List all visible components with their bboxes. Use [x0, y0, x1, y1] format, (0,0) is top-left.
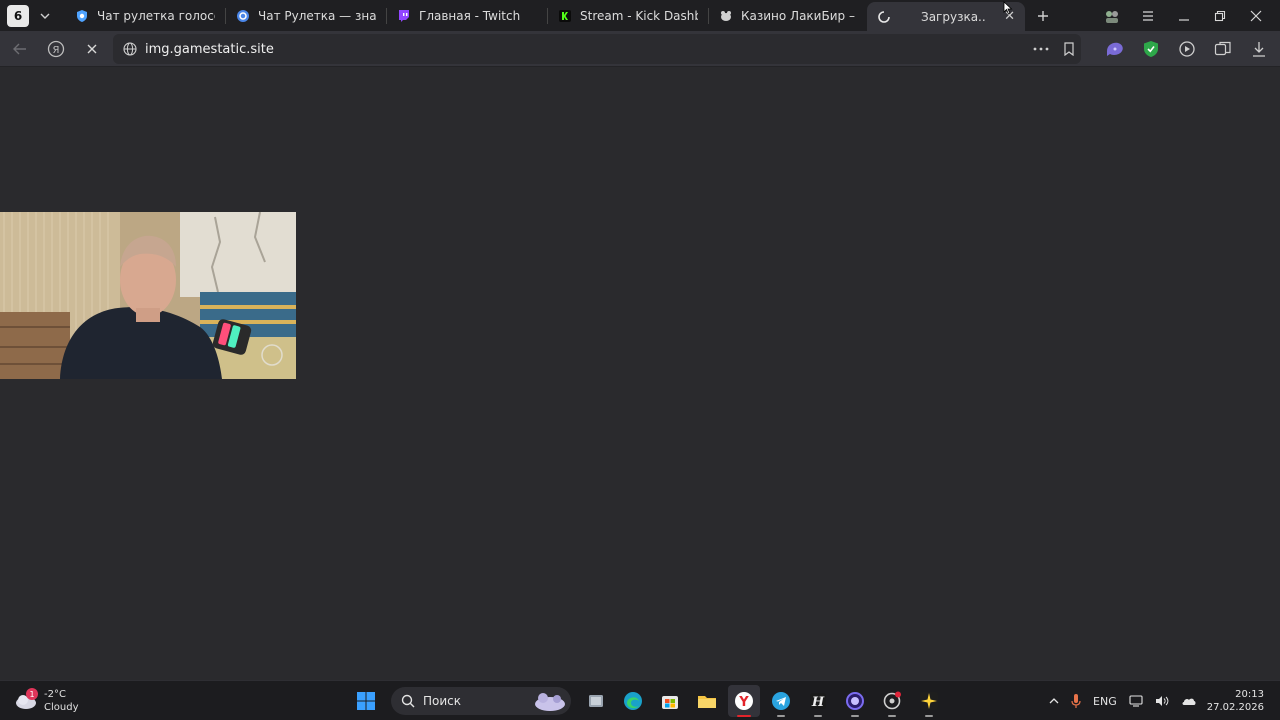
- kick-icon: [558, 9, 572, 23]
- address-bar-actions: [1033, 34, 1075, 64]
- task-view-icon[interactable]: [580, 685, 612, 717]
- windows-taskbar: 1 -2°C Cloudy Поиск Y H ENG 20:13 27.02.…: [0, 680, 1280, 720]
- running-indicator: [851, 715, 859, 717]
- tab-title: Чат рулетка голосовая -: [97, 8, 215, 23]
- svg-text:H: H: [811, 695, 825, 710]
- tab-twitch[interactable]: Главная - Twitch: [387, 2, 547, 30]
- tab-title: Чат Рулетка — знакомст: [258, 8, 376, 23]
- taskbar-search[interactable]: Поиск: [391, 687, 571, 715]
- system-clock[interactable]: 20:13 27.02.2026: [1203, 688, 1280, 714]
- tab-chat-roulette-voice[interactable]: Чат рулетка голосовая -: [65, 2, 225, 30]
- roulette-shield-icon: [75, 9, 89, 23]
- vpn-shield-icon[interactable]: [1138, 40, 1164, 58]
- onedrive-cloud-icon[interactable]: [1175, 681, 1203, 720]
- weather-description: Cloudy: [44, 702, 79, 713]
- tab-count-badge[interactable]: 6: [7, 4, 29, 27]
- yandex-home-icon[interactable]: Я: [38, 34, 74, 64]
- volume-icon[interactable]: [1149, 681, 1175, 720]
- telegram-icon[interactable]: [765, 685, 797, 717]
- window-controls: [1094, 0, 1280, 31]
- casino-icon: [719, 9, 733, 23]
- windows-start-icon[interactable]: [350, 685, 382, 717]
- download-icon[interactable]: [1246, 41, 1272, 57]
- globe-icon: [123, 42, 137, 56]
- streaming-app-icon[interactable]: [876, 685, 908, 717]
- address-bar[interactable]: img.gamestatic.site: [113, 34, 1081, 64]
- yandex-browser-icon[interactable]: Y: [728, 685, 760, 717]
- show-hidden-icons-icon[interactable]: [1043, 681, 1065, 720]
- page-content: [0, 67, 1280, 680]
- edge-browser-icon[interactable]: [617, 685, 649, 717]
- search-icon: [401, 694, 415, 708]
- close-window-icon[interactable]: [1238, 0, 1274, 31]
- running-indicator: [925, 715, 933, 717]
- restore-icon[interactable]: [1202, 0, 1238, 31]
- search-highlight-icon: [531, 689, 569, 713]
- cloud-weather-icon: 1: [14, 688, 38, 710]
- menu-icon[interactable]: [1130, 0, 1166, 31]
- profile-icon[interactable]: [1094, 0, 1130, 31]
- webcam-overlay-image: [0, 212, 296, 379]
- weather-badge: 1: [26, 688, 38, 700]
- bookmark-icon[interactable]: [1063, 42, 1075, 56]
- more-options-icon[interactable]: [1033, 47, 1049, 51]
- twitch-icon: [397, 9, 411, 23]
- running-indicator: [888, 715, 896, 717]
- screen: 6 Чат рулетка голосовая - Чат Рулетка — …: [0, 0, 1280, 720]
- file-explorer-icon[interactable]: [691, 685, 723, 717]
- tab-title: Главная - Twitch: [419, 8, 521, 23]
- url-text: img.gamestatic.site: [145, 41, 274, 57]
- new-tab-button[interactable]: [1031, 4, 1055, 28]
- alice-assistant-icon[interactable]: [1102, 41, 1128, 57]
- extensions-bar: [1102, 34, 1272, 64]
- weather-widget[interactable]: 1 -2°C Cloudy: [14, 685, 78, 717]
- weather-temperature: -2°C: [44, 689, 66, 700]
- search-placeholder: Поиск: [423, 694, 462, 708]
- taskbar-apps: Поиск Y H: [350, 685, 945, 717]
- mouse-cursor-icon: [1003, 0, 1013, 19]
- network-icon[interactable]: [1123, 681, 1149, 720]
- loading-spinner-icon: [877, 10, 891, 24]
- running-indicator: [737, 715, 751, 717]
- obs-ring-icon[interactable]: [839, 685, 871, 717]
- back-arrow-icon[interactable]: [2, 34, 38, 64]
- clock-time: 20:13: [1235, 689, 1264, 700]
- tab-title: Казино ЛакиБир – Вход: [741, 8, 857, 23]
- tab-title: Stream - Kick Dashboard: [580, 8, 698, 23]
- svg-text:Я: Я: [53, 45, 60, 56]
- sparkle-app-icon[interactable]: [913, 685, 945, 717]
- tab-kick-dashboard[interactable]: Stream - Kick Dashboard: [548, 2, 708, 30]
- system-tray: ENG 20:13 27.02.2026: [1043, 681, 1280, 720]
- running-indicator: [777, 715, 785, 717]
- tab-title: Загрузка...: [921, 9, 987, 24]
- svg-text:Y: Y: [738, 695, 749, 710]
- minimize-icon[interactable]: [1166, 0, 1202, 31]
- stop-loading-icon[interactable]: [74, 34, 110, 64]
- collections-icon[interactable]: [1210, 41, 1236, 57]
- running-indicator: [814, 715, 822, 717]
- microsoft-store-icon[interactable]: [654, 685, 686, 717]
- language-indicator[interactable]: ENG: [1087, 681, 1123, 720]
- tab-loading-active[interactable]: Загрузка... ✕: [867, 2, 1025, 31]
- tab-list-dropdown-icon[interactable]: [33, 4, 57, 28]
- tab-casino-luckybeer[interactable]: Казино ЛакиБир – Вход: [709, 2, 867, 30]
- browser-toolbar: Я img.gamestatic.site: [0, 31, 1280, 67]
- video-player-icon[interactable]: [1174, 40, 1200, 58]
- tab-strip: 6 Чат рулетка голосовая - Чат Рулетка — …: [0, 0, 1280, 31]
- clock-date: 27.02.2026: [1206, 702, 1264, 713]
- h-app-icon[interactable]: H: [802, 685, 834, 717]
- microphone-icon[interactable]: [1065, 681, 1087, 720]
- roulette-gear-icon: [236, 9, 250, 23]
- tab-chat-roulette-dating[interactable]: Чат Рулетка — знакомст: [226, 2, 386, 30]
